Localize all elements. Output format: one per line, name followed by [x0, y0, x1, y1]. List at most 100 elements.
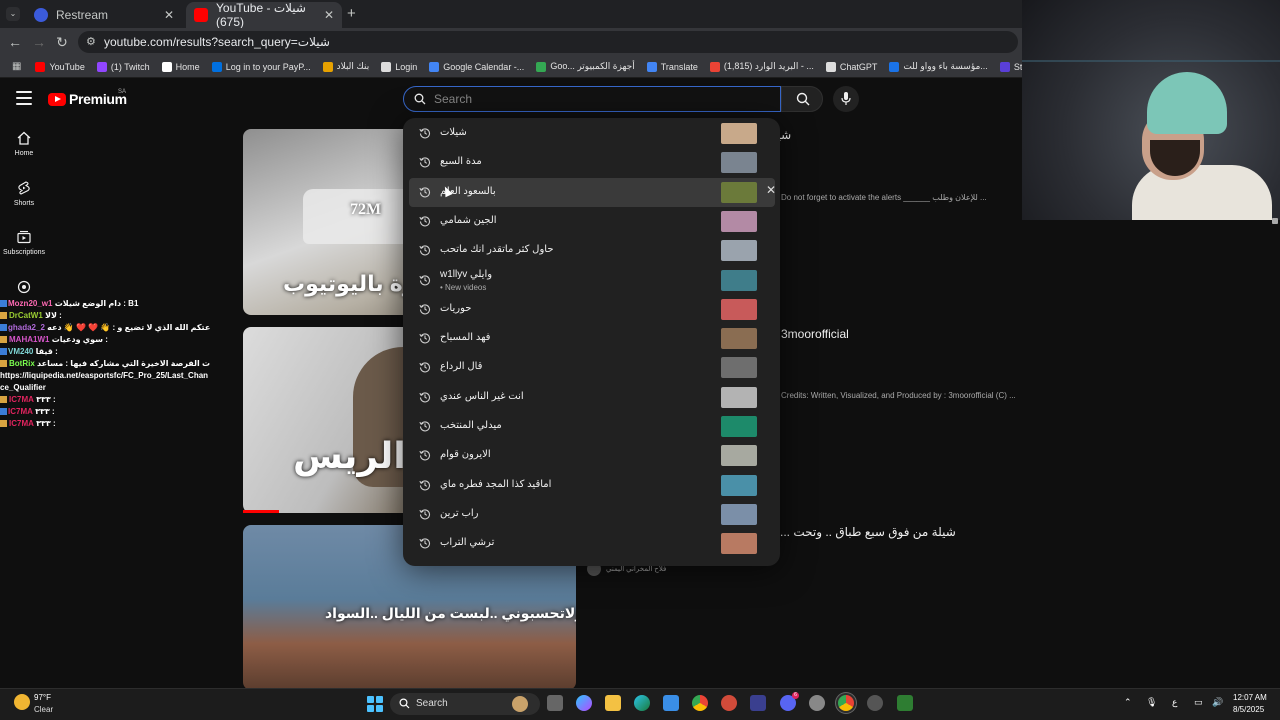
- chat-text: دام الوضع شيلات : B1: [54, 299, 139, 308]
- remove-suggestion-icon[interactable]: ✕: [766, 183, 776, 197]
- search-input[interactable]: [434, 87, 764, 111]
- suggestion-thumbnail: [721, 152, 757, 174]
- search-suggestion[interactable]: حوريات: [403, 295, 780, 324]
- taskbar-search[interactable]: Search: [390, 693, 540, 715]
- bookmark-item[interactable]: StreamElements - M...: [999, 61, 1022, 72]
- search-suggestion[interactable]: راب ترين: [403, 500, 780, 529]
- tab-youtube[interactable]: YouTube - شيلات (675) ✕: [186, 1, 342, 29]
- bookmark-item[interactable]: Goo... أجهزة الكمبيوتر: [536, 61, 635, 72]
- file-explorer-icon[interactable]: [605, 695, 621, 711]
- search-suggestion[interactable]: حاول كثر ماتقدر انك ماتحب: [403, 236, 780, 265]
- bookmark-item[interactable]: Login: [381, 61, 418, 72]
- search-suggestion[interactable]: مدة السبع: [403, 148, 780, 177]
- result-title[interactable]: 3moorofficial: [781, 327, 849, 341]
- app-icon[interactable]: [867, 695, 883, 711]
- search-suggestion[interactable]: ميدلي المنتخب: [403, 412, 780, 441]
- edge-icon[interactable]: [634, 695, 650, 711]
- taskbar-search-label: Search: [416, 698, 448, 709]
- channel-name[interactable]: فلاح المخراني اليمني: [606, 565, 666, 573]
- bookmark-item[interactable]: Log in to your PayP...: [211, 61, 311, 72]
- bookmark-item[interactable]: ChatGPT: [825, 61, 877, 72]
- search-button[interactable]: [781, 86, 823, 112]
- search-suggestion[interactable]: فهد المسباح: [403, 324, 780, 353]
- webcam-overlay: [1022, 0, 1280, 220]
- chrome-icon[interactable]: [692, 695, 708, 711]
- close-tab-icon[interactable]: ✕: [164, 8, 174, 22]
- bookmark-item[interactable]: YouTube: [35, 61, 85, 72]
- thumbnail-caption: 72M: [350, 201, 382, 218]
- history-icon: [419, 304, 431, 315]
- forward-icon[interactable]: →: [30, 33, 48, 51]
- youtube-logo-icon[interactable]: [48, 93, 66, 106]
- input-language[interactable]: ع: [1172, 697, 1177, 708]
- copilot-icon[interactable]: [576, 695, 592, 711]
- bookmark-label: Login: [395, 61, 418, 72]
- search-box[interactable]: [403, 86, 781, 112]
- suggestion-text: قال الرداع: [440, 361, 483, 373]
- chat-username: VM240: [8, 347, 34, 356]
- tab-restream[interactable]: Restream ✕: [26, 2, 182, 28]
- app-icon[interactable]: [721, 695, 737, 711]
- result-title[interactable]: شيلة من فوق سبع طباق .. وتحت ...: [780, 525, 956, 539]
- address-bar[interactable]: ⚙ youtube.com/results?search_query=شيلات: [78, 31, 1018, 53]
- clock-date[interactable]: 8/5/2025: [1233, 705, 1264, 714]
- back-icon[interactable]: ←: [6, 33, 24, 51]
- search-suggestion[interactable]: w1llyv وايلي • New videos: [403, 266, 780, 295]
- bookmark-item[interactable]: بنك البلاد: [322, 61, 370, 72]
- network-icon[interactable]: ▭: [1194, 697, 1203, 708]
- tab-title: YouTube - شيلات (675): [216, 1, 306, 29]
- search-suggestion[interactable]: شيلات: [403, 119, 780, 148]
- search-suggestion[interactable]: ترشي التراب: [403, 529, 780, 558]
- voice-search-button[interactable]: [833, 86, 859, 112]
- chrome-active-icon[interactable]: [838, 695, 854, 711]
- app-icon[interactable]: [897, 695, 913, 711]
- guide-label: Shorts: [13, 200, 35, 207]
- bookmark-item[interactable]: Home: [161, 61, 200, 72]
- guide-home[interactable]: Home: [0, 131, 48, 157]
- suggestion-text: فهد المسباح: [440, 332, 491, 344]
- suggestion-text: شيلات: [440, 127, 467, 138]
- start-windows-icon[interactable]: [367, 696, 383, 712]
- suggestion-text: w1llyv وايلي: [440, 268, 493, 280]
- suggestion-text: ميدلي المنتخب: [440, 420, 502, 431]
- search-suggestion[interactable]: قال الرداع: [403, 353, 780, 382]
- bookmark-item[interactable]: (1,815) البريد الوارد - ...: [709, 61, 814, 72]
- weather-moon-icon[interactable]: [14, 694, 30, 710]
- guide-subscriptions[interactable]: Subscriptions: [0, 230, 48, 256]
- bookmark-item[interactable]: Google Calendar -...: [429, 61, 524, 72]
- platform-badge-icon: [0, 408, 7, 416]
- site-info-icon[interactable]: ⚙: [86, 31, 96, 53]
- settings-gear-icon[interactable]: [809, 695, 825, 711]
- search-suggestion[interactable]: بالسعود العلم ✕: [409, 177, 776, 207]
- store-icon[interactable]: [663, 695, 679, 711]
- menu-icon[interactable]: [16, 91, 32, 105]
- page-background-right: [1022, 220, 1280, 688]
- history-icon: [419, 333, 431, 344]
- scrollbar-thumb[interactable]: [1272, 218, 1278, 224]
- search-suggestion[interactable]: اماقيد كذا المجد فطره ماي: [403, 471, 780, 500]
- microphone-tray-icon[interactable]: 🎙: [1146, 697, 1157, 708]
- volume-icon[interactable]: 🔊: [1212, 697, 1223, 708]
- show-hidden-icons-chevron-icon[interactable]: ⌃: [1124, 697, 1132, 708]
- task-view-icon[interactable]: [547, 695, 563, 711]
- clock-time[interactable]: 12:07 AM: [1233, 693, 1267, 702]
- bookmark-item[interactable]: (1) Twitch: [96, 61, 150, 72]
- bookmark-item[interactable]: Translate: [646, 61, 698, 72]
- guide-shorts[interactable]: Shorts: [0, 181, 48, 207]
- weather-temperature: 97°F: [34, 693, 51, 702]
- suggestion-text: حوريات: [440, 302, 472, 314]
- guide-you[interactable]: [0, 280, 48, 299]
- search-suggestion[interactable]: الايرون قوام: [403, 441, 780, 470]
- bookmark-item[interactable]: مؤسسة باء وواو للت...: [889, 61, 988, 72]
- close-tab-icon[interactable]: ✕: [324, 8, 334, 22]
- bookmark-label: بنك البلاد: [336, 61, 370, 71]
- reload-icon[interactable]: ↻: [53, 33, 71, 51]
- search-suggestion[interactable]: الجين شمامي: [403, 207, 780, 236]
- history-icon: [419, 479, 431, 491]
- search-suggestion[interactable]: انت غير الناس عندي: [403, 383, 780, 412]
- suggestion-text: ترشي التراب: [440, 537, 495, 549]
- tab-search-icon[interactable]: ⌄: [6, 7, 20, 21]
- apps-icon[interactable]: ▦: [12, 61, 21, 72]
- new-tab-button[interactable]: +: [347, 5, 356, 22]
- app-icon[interactable]: [750, 695, 766, 711]
